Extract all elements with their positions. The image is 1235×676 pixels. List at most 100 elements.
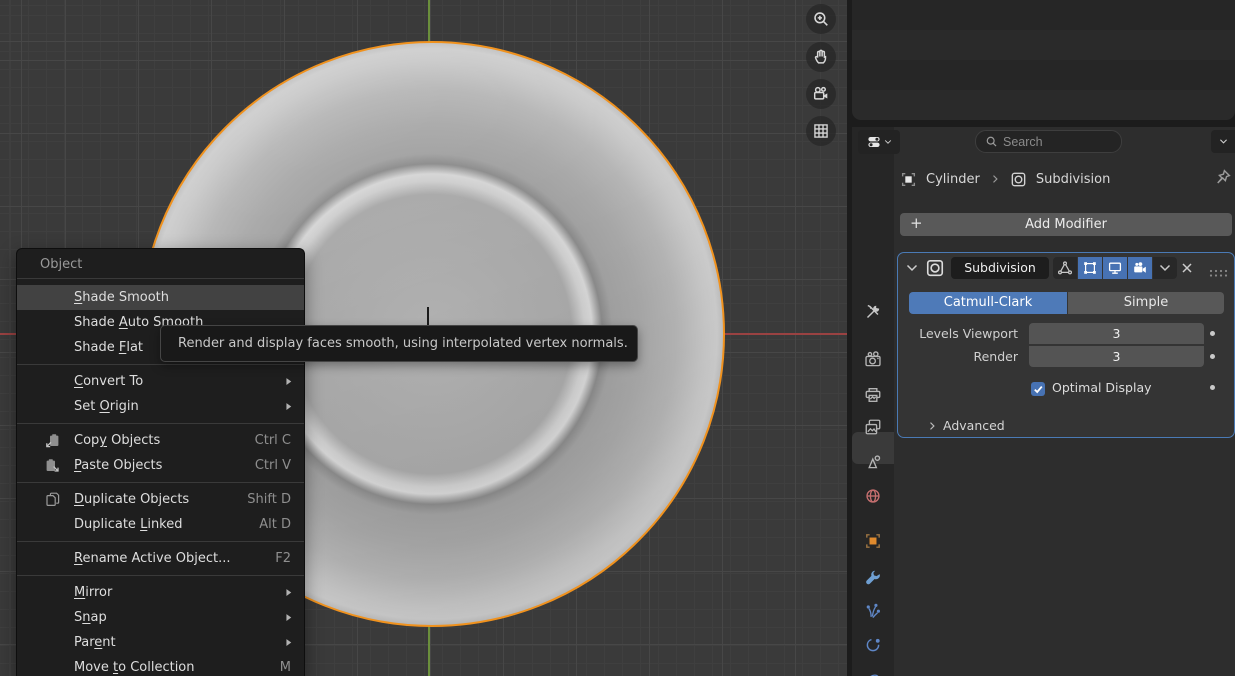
properties-search[interactable] xyxy=(975,130,1122,153)
tab-modifiers[interactable] xyxy=(864,568,882,586)
shortcut-label: Ctrl C xyxy=(255,428,291,453)
menu-separator xyxy=(17,364,304,365)
zoom-icon xyxy=(812,10,830,28)
levels-viewport-label: Levels Viewport xyxy=(898,326,1018,341)
viewport-zoom-button[interactable] xyxy=(806,4,836,34)
menu-item-rename-active-object[interactable]: Rename Active Object... F2 xyxy=(17,546,304,571)
shortcut-label: Shift D xyxy=(247,487,291,512)
menu-separator xyxy=(17,482,304,483)
shortcut-label: M xyxy=(280,655,291,676)
tab-particles[interactable] xyxy=(864,602,882,620)
on-cage-icon xyxy=(1057,260,1073,276)
render-levels-field[interactable]: 3 xyxy=(1029,346,1204,367)
viewport-ortho-grid-button[interactable] xyxy=(806,116,836,146)
menu-item-convert-to[interactable]: Convert To xyxy=(17,369,304,394)
menu-item-set-origin[interactable]: Set Origin xyxy=(17,394,304,419)
outliner-panel[interactable] xyxy=(852,0,1235,120)
menu-item-shade-smooth[interactable]: Shade Smooth xyxy=(17,285,304,310)
blender-window: Cylinder Subdivision + Add Modifier xyxy=(0,0,1235,676)
advanced-section-toggle[interactable]: Advanced xyxy=(926,418,1005,433)
animate-dot[interactable] xyxy=(1210,331,1215,336)
modifier-extras-dropdown[interactable] xyxy=(1153,257,1177,279)
object-context-menu: Object Shade Smooth Shade Auto Smooth Sh… xyxy=(16,248,305,676)
particles-icon xyxy=(864,602,882,620)
pin-icon[interactable] xyxy=(1213,168,1232,187)
shortcut-label: F2 xyxy=(275,546,291,571)
subdivision-algorithm-segmented: Catmull-Clark Simple xyxy=(909,292,1224,314)
duplicate-icon xyxy=(44,491,61,508)
modifier-breadcrumb-icon xyxy=(1010,171,1027,188)
object-origin-icon xyxy=(900,171,917,188)
tab-scene[interactable] xyxy=(864,453,882,471)
camera-view-icon xyxy=(812,85,830,103)
copy-icon xyxy=(44,432,61,449)
tab-object[interactable] xyxy=(864,532,882,550)
modifier-wrench-icon xyxy=(864,568,882,586)
search-input[interactable] xyxy=(1003,135,1103,149)
render-levels-label: Render xyxy=(898,349,1018,364)
drag-handle-icon[interactable] xyxy=(1208,263,1230,273)
menu-item-duplicate-linked[interactable]: Duplicate Linked Alt D xyxy=(17,512,304,537)
viewport-pan-button[interactable] xyxy=(806,42,836,72)
render-toggle-camera-icon xyxy=(1132,260,1148,276)
shortcut-label: Ctrl V xyxy=(255,453,291,478)
breadcrumb-modifier[interactable]: Subdivision xyxy=(1036,172,1111,187)
on-cage-toggle[interactable] xyxy=(1053,257,1077,279)
editor-type-selector[interactable] xyxy=(858,130,900,154)
breadcrumb-object[interactable]: Cylinder xyxy=(926,172,980,187)
animate-dot[interactable] xyxy=(1210,385,1215,390)
breadcrumb: Cylinder Subdivision xyxy=(900,169,1110,189)
menu-item-paste-objects[interactable]: Paste Objects Ctrl V xyxy=(17,453,304,478)
animate-dot[interactable] xyxy=(1210,354,1215,359)
menu-item-parent[interactable]: Parent xyxy=(17,630,304,655)
menu-item-move-to-collection[interactable]: Move to Collection M xyxy=(17,655,304,676)
grid-ortho-icon xyxy=(812,122,830,140)
render-camera-icon xyxy=(864,351,882,369)
paste-icon xyxy=(44,457,61,474)
add-modifier-button[interactable]: + Add Modifier xyxy=(900,213,1232,236)
catmull-clark-button[interactable]: Catmull-Clark xyxy=(909,292,1067,314)
tab-output[interactable] xyxy=(864,386,882,404)
world-globe-icon xyxy=(864,487,882,505)
menu-item-copy-objects[interactable]: Copy Objects Ctrl C xyxy=(17,428,304,453)
edit-mode-toggle[interactable] xyxy=(1078,257,1102,279)
monitor-icon xyxy=(1107,260,1123,276)
output-printer-icon xyxy=(864,386,882,404)
levels-viewport-field[interactable]: 3 xyxy=(1029,323,1204,344)
tab-tool[interactable] xyxy=(864,303,882,321)
constraints-icon xyxy=(864,671,882,676)
delete-modifier-button[interactable] xyxy=(1179,260,1195,276)
modifier-name-field[interactable]: Subdivision xyxy=(951,257,1049,279)
show-in-viewport-toggle[interactable] xyxy=(1103,257,1127,279)
submenu-arrow-icon xyxy=(283,587,294,598)
tab-view-layer[interactable] xyxy=(864,418,882,436)
viewport-camera-button[interactable] xyxy=(806,79,836,109)
search-icon xyxy=(985,135,998,148)
properties-tab-strip xyxy=(852,127,894,676)
tab-world[interactable] xyxy=(864,487,882,505)
show-in-render-toggle[interactable] xyxy=(1128,257,1152,279)
tab-constraints[interactable] xyxy=(864,671,882,676)
submenu-arrow-icon xyxy=(283,376,294,387)
add-modifier-label: Add Modifier xyxy=(1025,217,1107,232)
properties-editor-icon xyxy=(866,134,882,150)
collapse-modifier-button[interactable] xyxy=(904,260,920,276)
chevron-down-icon xyxy=(883,137,893,147)
simple-button[interactable]: Simple xyxy=(1068,292,1224,314)
properties-options-dropdown[interactable] xyxy=(1211,130,1235,153)
optimal-display-checkbox[interactable] xyxy=(1031,382,1045,396)
view-layer-icon xyxy=(864,418,882,436)
tab-physics[interactable] xyxy=(864,636,882,654)
submenu-arrow-icon xyxy=(283,401,294,412)
advanced-label: Advanced xyxy=(943,418,1005,433)
menu-item-snap[interactable]: Snap xyxy=(17,605,304,630)
edit-mode-icon xyxy=(1082,260,1098,276)
optimal-display-label: Optimal Display xyxy=(1052,380,1152,395)
object-icon xyxy=(864,532,882,550)
subdivision-modifier-icon xyxy=(925,258,945,278)
menu-item-duplicate-objects[interactable]: Duplicate Objects Shift D xyxy=(17,487,304,512)
menu-separator xyxy=(17,575,304,576)
menu-item-mirror[interactable]: Mirror xyxy=(17,580,304,605)
submenu-arrow-icon xyxy=(283,612,294,623)
tab-render[interactable] xyxy=(864,351,882,369)
